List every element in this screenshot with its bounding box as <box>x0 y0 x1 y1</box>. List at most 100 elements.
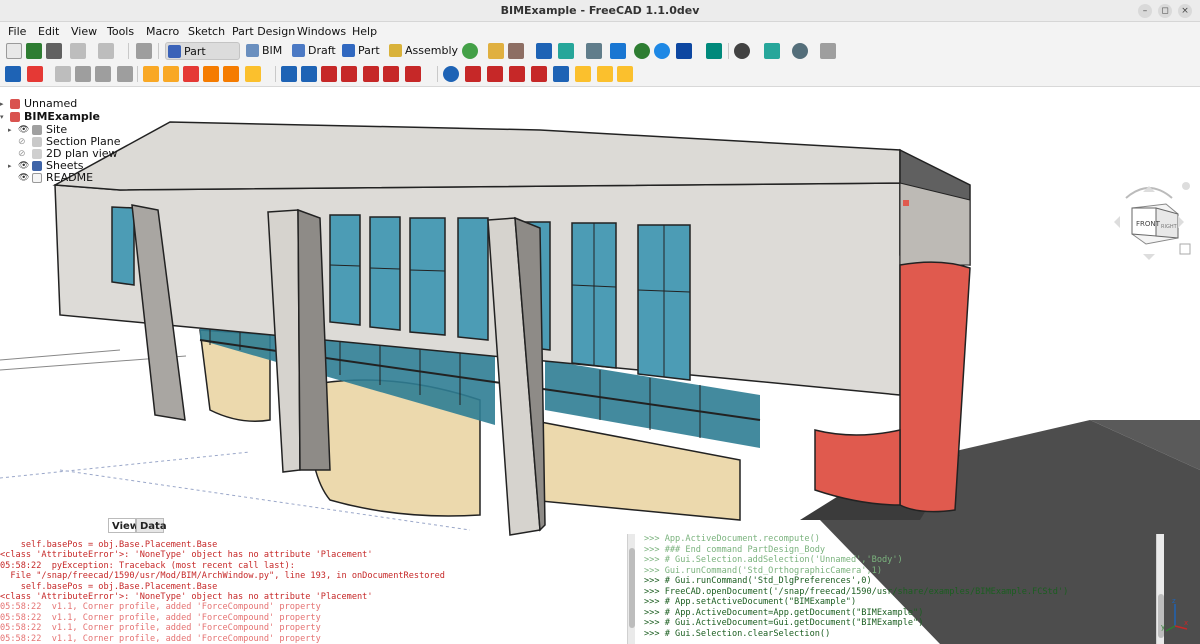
navigation-cube[interactable]: FRONT RIGHT <box>1106 178 1192 264</box>
pocket-icon[interactable] <box>281 66 297 82</box>
view-menu-icon[interactable] <box>1179 243 1191 255</box>
mirrored-icon[interactable] <box>443 66 459 82</box>
scrollbar-thumb[interactable] <box>629 548 635 628</box>
document-icon <box>10 112 20 122</box>
groove-icon[interactable] <box>321 66 337 82</box>
undo-icon[interactable] <box>70 43 86 59</box>
minimize-button[interactable]: – <box>1138 4 1152 18</box>
part-icon[interactable] <box>488 43 504 59</box>
hidden-eye-icon[interactable]: ⊘ <box>18 136 28 148</box>
workbench-tab-draft[interactable]: Draft <box>290 42 338 60</box>
new-document-icon[interactable] <box>6 43 22 59</box>
polar-pattern-icon[interactable] <box>487 66 503 82</box>
menu-macro[interactable]: Macro <box>146 25 179 38</box>
multi-transform-icon[interactable] <box>509 66 525 82</box>
report-view[interactable]: self.basePos = obj.Base.Placement.Base <… <box>0 540 636 644</box>
menu-help[interactable]: Help <box>352 25 377 38</box>
additive-primitive-icon[interactable] <box>245 66 261 82</box>
subshape-binder-icon[interactable] <box>95 66 111 82</box>
pad-icon[interactable] <box>143 66 159 82</box>
tab-view[interactable]: View <box>108 518 139 533</box>
view-cube-icon[interactable] <box>676 43 692 59</box>
variable-icon[interactable] <box>610 43 626 59</box>
zoom-selection-icon[interactable] <box>654 43 670 59</box>
body-icon[interactable] <box>5 66 21 82</box>
shape-binder-icon[interactable] <box>75 66 91 82</box>
additive-pipe-icon[interactable] <box>203 66 219 82</box>
additive-helix-icon[interactable] <box>223 66 239 82</box>
tree-item-label: BIMExample <box>24 110 101 123</box>
hole-icon[interactable] <box>301 66 317 82</box>
sketch-icon[interactable] <box>27 66 43 82</box>
toolbar-separator <box>128 43 129 59</box>
clone-icon[interactable] <box>117 66 133 82</box>
visibility-eye-icon[interactable]: 👁 <box>18 160 29 172</box>
expand-arrow-icon[interactable]: ▸ <box>8 124 16 136</box>
additive-loft-icon[interactable] <box>183 66 199 82</box>
nav-right-arrow[interactable] <box>1178 216 1184 228</box>
toolbar-separator <box>137 66 138 82</box>
workbench-tab-bim[interactable]: BIM <box>244 42 288 60</box>
boolean-icon[interactable] <box>617 66 633 82</box>
part-icon <box>342 44 355 57</box>
visibility-eye-icon[interactable]: 👁 <box>18 124 29 136</box>
nav-menu-icon[interactable] <box>1182 182 1190 190</box>
workbench-tab-part[interactable]: Part <box>340 42 384 60</box>
zoom-fit-icon[interactable] <box>634 43 650 59</box>
console-line: >>> # Gui.ActiveDocument=Gui.getDocument… <box>644 618 924 628</box>
report-line: <class 'AttributeError'>: 'NoneType' obj… <box>0 592 373 602</box>
folder-icon[interactable] <box>536 43 552 59</box>
linear-pattern-icon[interactable] <box>465 66 481 82</box>
revolution-icon[interactable] <box>163 66 179 82</box>
report-scrollbar[interactable] <box>627 534 635 644</box>
console-line: >>> FreeCAD.openDocument('/snap/freecad/… <box>644 586 1069 597</box>
expression-icon[interactable] <box>586 43 602 59</box>
subtractive-pipe-icon[interactable] <box>363 66 379 82</box>
bounding-box-icon[interactable] <box>764 43 780 59</box>
workbench-label: BIM <box>262 44 283 57</box>
expand-arrow-icon[interactable]: ▸ <box>8 160 16 172</box>
visibility-eye-icon[interactable]: 👁 <box>18 172 29 184</box>
close-button[interactable]: × <box>1178 4 1192 18</box>
console-line: >>> # Gui.Selection.clearSelection() <box>644 628 831 639</box>
subtractive-loft-icon[interactable] <box>341 66 357 82</box>
zoom-icon[interactable] <box>792 43 808 59</box>
subtractive-primitive-icon[interactable] <box>405 66 421 82</box>
fillet-icon[interactable] <box>531 66 547 82</box>
maximize-button[interactable]: ◻ <box>1158 4 1172 18</box>
menu-edit[interactable]: Edit <box>38 25 59 38</box>
subtractive-helix-icon[interactable] <box>383 66 399 82</box>
part-design-icon <box>168 45 181 58</box>
nav-down-arrow[interactable] <box>1143 254 1155 260</box>
thickness-icon[interactable] <box>597 66 613 82</box>
nav-left-arrow[interactable] <box>1114 216 1120 228</box>
chamfer-icon[interactable] <box>553 66 569 82</box>
refresh-icon[interactable] <box>136 43 152 59</box>
save-document-icon[interactable] <box>46 43 62 59</box>
menu-sketch[interactable]: Sketch <box>188 25 225 38</box>
redo-icon[interactable] <box>98 43 114 59</box>
menu-view[interactable]: View <box>71 25 97 38</box>
menu-part-design[interactable]: Part Design <box>232 25 295 38</box>
menu-windows[interactable]: Windows <box>297 25 346 38</box>
report-line: 05:58:22 pyException: Traceback (most re… <box>0 560 295 571</box>
tab-data[interactable]: Data <box>136 518 167 533</box>
expand-arrow-icon[interactable]: ▸ <box>0 98 8 110</box>
export-icon[interactable] <box>558 43 574 59</box>
menu-file[interactable]: File <box>8 25 26 38</box>
roof <box>52 121 901 191</box>
hidden-eye-icon[interactable]: ⊘ <box>18 148 28 160</box>
validate-sketch-icon[interactable] <box>55 66 71 82</box>
what-is-this-icon[interactable] <box>820 43 836 59</box>
open-document-icon[interactable] <box>26 43 42 59</box>
measure-icon[interactable] <box>706 43 722 59</box>
draft-feature-icon[interactable] <box>575 66 591 82</box>
add-icon[interactable] <box>462 43 478 59</box>
python-console[interactable]: >>> App.ActiveDocument.recompute() >>> #… <box>636 532 1164 644</box>
workbench-tab-part-design[interactable]: Part Design <box>165 42 240 76</box>
draw-style-icon[interactable] <box>734 43 750 59</box>
link-icon[interactable] <box>508 43 524 59</box>
menu-tools[interactable]: Tools <box>107 25 134 38</box>
workbench-tab-assembly[interactable]: Assembly <box>387 42 458 60</box>
expand-arrow-icon[interactable]: ▾ <box>0 111 8 123</box>
